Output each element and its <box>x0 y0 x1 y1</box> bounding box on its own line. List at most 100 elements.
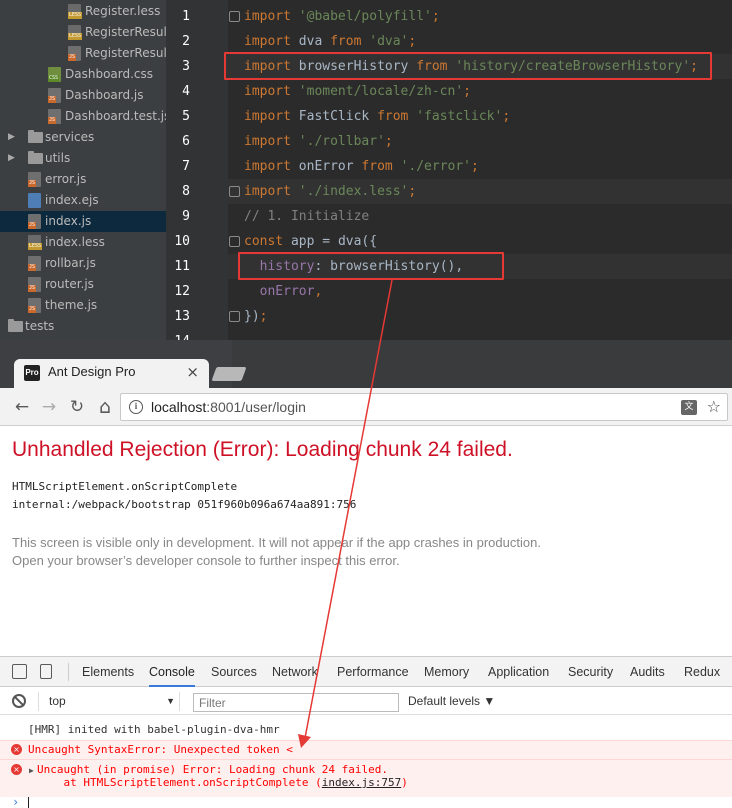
device-toolbar-icon[interactable] <box>40 664 52 679</box>
tree-item[interactable]: JS Dashboard.test.js <box>0 106 166 127</box>
js-file-icon: JS <box>48 88 61 103</box>
back-arrow-icon[interactable]: ← <box>11 396 33 418</box>
tree-item[interactable]: LESS index.less <box>0 232 166 253</box>
code-line[interactable]: import dva from 'dva'; <box>244 29 416 54</box>
less-file-icon: LESS <box>28 235 43 250</box>
log-levels-dropdown[interactable]: Default levels ▼ <box>408 692 495 711</box>
url-path: :8001/user/login <box>206 399 306 415</box>
tab-strip-background <box>232 340 732 388</box>
close-tab-icon[interactable]: × <box>186 363 199 381</box>
context-value: top <box>49 694 66 708</box>
tree-item[interactable]: CSS Dashboard.css <box>0 64 166 85</box>
browser-tab[interactable]: Pro Ant Design Pro × <box>14 359 209 388</box>
code-token: ; <box>463 84 471 99</box>
fold-marker-icon[interactable] <box>229 186 240 197</box>
tree-item[interactable]: tests <box>0 316 166 337</box>
fold-marker-icon[interactable] <box>229 11 240 22</box>
tab-redux[interactable]: Redux <box>684 657 720 687</box>
code-line[interactable]: // 1. Initialize <box>244 204 369 229</box>
code-line[interactable]: history: browserHistory(), <box>228 254 732 279</box>
expand-triangle-icon[interactable]: ▶ <box>29 764 34 777</box>
code-line[interactable]: const app = dva({ <box>244 229 377 254</box>
tree-item[interactable]: JS theme.js <box>0 295 166 316</box>
file-type-tag: LESS <box>68 12 83 19</box>
tree-item-label: router.js <box>45 277 94 291</box>
tree-item[interactable]: JS error.js <box>0 169 166 190</box>
tree-item[interactable]: JS RegisterResult <box>0 43 166 64</box>
line-number: 9 <box>182 209 190 224</box>
code-line[interactable]: import 'moment/locale/zh-cn'; <box>244 79 471 104</box>
reload-icon[interactable]: ↻ <box>66 396 88 418</box>
code-token: }) <box>244 309 260 324</box>
code-line[interactable]: import onError from './error'; <box>244 154 479 179</box>
tree-item[interactable]: JS Dashboard.js <box>0 85 166 106</box>
tree-item[interactable]: ▶ services <box>0 127 166 148</box>
tab-title: Ant Design Pro <box>48 364 136 379</box>
console-filter-input[interactable] <box>193 693 399 712</box>
inspect-element-icon[interactable] <box>12 664 27 679</box>
code-token: import <box>244 59 299 74</box>
clear-console-icon[interactable] <box>12 694 26 708</box>
code-token: : <box>314 259 331 274</box>
bookmark-star-icon[interactable]: ☆ <box>707 397 721 416</box>
console-message-error: × ▶ Uncaught (in promise) Error: Loading… <box>0 759 732 797</box>
forward-arrow-icon[interactable]: → <box>38 396 60 418</box>
translate-icon[interactable]: 文 <box>681 400 697 415</box>
tree-item[interactable]: JS router.js <box>0 274 166 295</box>
console-message-text: [HMR] inited with babel-plugin-dva-hmr <box>28 723 280 736</box>
tree-item[interactable]: LESS Register.less <box>0 1 166 22</box>
home-icon[interactable]: ⌂ <box>94 396 116 418</box>
code-token: const <box>244 234 291 249</box>
address-bar[interactable]: i localhost:8001/user/login 文 ☆ <box>120 393 728 421</box>
line-number: 5 <box>182 109 190 124</box>
context-selector[interactable]: top ▼ <box>38 692 180 711</box>
code-token: ; <box>408 34 417 49</box>
line-number: 1 <box>182 9 190 24</box>
code-token: browserHistory <box>298 59 417 74</box>
code-token: // 1. Initialize <box>244 209 370 224</box>
fold-marker-icon[interactable] <box>229 236 240 247</box>
fold-marker-icon[interactable] <box>229 311 240 322</box>
tab-security[interactable]: Security <box>568 657 613 687</box>
code-token: 'fastclick' <box>416 109 503 124</box>
tab-application[interactable]: Application <box>488 657 549 687</box>
code-line[interactable]: onError, <box>244 279 323 304</box>
expand-chevron-icon[interactable]: ▶ <box>8 127 18 148</box>
console-input-caret[interactable] <box>28 797 29 808</box>
code-line[interactable]: import FastClick from 'fastclick'; <box>244 104 510 129</box>
tree-item-label: index.ejs <box>45 193 99 207</box>
tree-item[interactable]: LESS RegisterResult <box>0 22 166 43</box>
code-token: dva <box>337 234 362 249</box>
code-line[interactable]: import browserHistory from 'history/crea… <box>228 54 732 79</box>
url-text[interactable]: localhost:8001/user/login <box>151 399 306 415</box>
code-token: history <box>244 259 315 274</box>
tab-memory[interactable]: Memory <box>424 657 469 687</box>
tab-elements[interactable]: Elements <box>82 657 134 687</box>
code-line[interactable]: }); <box>244 304 267 329</box>
code-line[interactable]: import '@babel/polyfill'; <box>244 4 440 29</box>
tab-console[interactable]: Console <box>149 657 195 687</box>
tree-item[interactable]: JS index.js <box>0 211 166 232</box>
tab-network[interactable]: Network <box>272 657 318 687</box>
tab-audits[interactable]: Audits <box>630 657 665 687</box>
code-line[interactable]: import './rollbar'; <box>244 129 393 154</box>
source-link[interactable]: index.js:757 <box>322 776 401 789</box>
code-line[interactable]: import './index.less'; <box>228 179 732 204</box>
dropdown-arrow-icon: ▼ <box>166 696 175 706</box>
new-tab-button[interactable] <box>211 367 247 381</box>
line-number: 7 <box>182 159 190 174</box>
tree-item[interactable]: ▶ utils <box>0 148 166 169</box>
tab-sources[interactable]: Sources <box>211 657 257 687</box>
line-number: 10 <box>174 234 190 249</box>
js-file-icon: JS <box>48 109 61 124</box>
tree-item[interactable]: JS rollbar.js <box>0 253 166 274</box>
file-type-tag: JS <box>28 285 37 292</box>
tree-item[interactable]: index.ejs <box>0 190 166 211</box>
less-file-icon: LESS <box>68 25 83 40</box>
tree-item-label: Dashboard.js <box>65 88 144 102</box>
expand-chevron-icon[interactable]: ▶ <box>8 148 18 169</box>
line-number: 13 <box>174 309 190 324</box>
site-info-icon[interactable]: i <box>129 400 143 414</box>
tab-performance[interactable]: Performance <box>337 657 409 687</box>
devtools-panel: Elements Console Sources Network Performance… <box>0 656 732 808</box>
